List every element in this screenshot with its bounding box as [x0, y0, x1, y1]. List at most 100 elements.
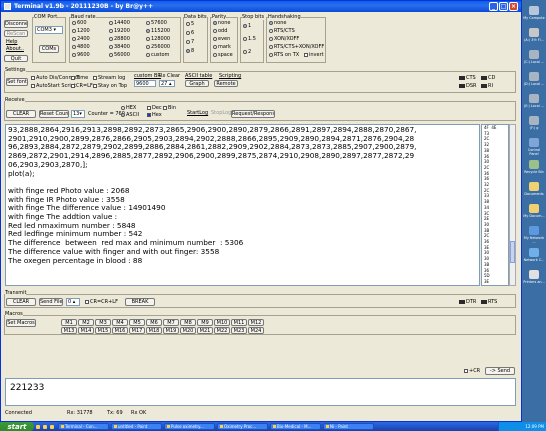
baud-radio[interactable]: 4800	[72, 44, 90, 50]
macro-button-m9[interactable]: M9	[197, 319, 213, 326]
title-bar[interactable]: Terminal v1.9b - 20111230B - by Br@y++ _…	[1, 1, 521, 12]
baud-radio[interactable]: 600	[72, 20, 87, 26]
desktop-icon[interactable]: (A:) 3½ Fl...	[523, 28, 545, 42]
break-button[interactable]: BREAK	[125, 298, 155, 306]
desktop-icon[interactable]: My Compute	[523, 6, 545, 20]
send-button[interactable]: -> Send	[485, 367, 515, 375]
desktop-icon[interactable]: (F:) g	[523, 116, 545, 130]
databits-radio[interactable]: 7	[186, 39, 194, 45]
parity-radio[interactable]: mark	[213, 44, 231, 50]
file-num-select[interactable]: 0 ▴	[66, 298, 80, 306]
desktop-icon[interactable]: My Network ...	[523, 226, 545, 244]
macro-button-m10[interactable]: M10	[214, 319, 230, 326]
macro-button-m4[interactable]: M4	[112, 319, 128, 326]
scripting-link[interactable]: Scripting	[219, 73, 241, 79]
ascii-table-link[interactable]: ASCII table	[185, 73, 212, 79]
request-response-button[interactable]: Request/Response	[231, 110, 275, 118]
stopbits-radio[interactable]: 1.5	[243, 36, 256, 42]
receive-scrollbar[interactable]	[509, 124, 516, 286]
macro-button-m24[interactable]: M24	[248, 327, 264, 334]
coms-button[interactable]: COMs	[39, 45, 59, 53]
ascii-radio[interactable]: ASCII	[121, 112, 139, 118]
crlf-checkbox[interactable]: CR=LF	[71, 83, 93, 89]
quicklaunch-icon[interactable]	[42, 424, 47, 429]
counter-select[interactable]: 13▾	[71, 110, 85, 118]
baud-radio[interactable]: 56000	[109, 52, 130, 58]
time-checkbox[interactable]: Time	[71, 75, 88, 81]
baud-radio[interactable]: 57600	[146, 20, 167, 26]
hex-radio[interactable]: HEX	[121, 105, 136, 111]
baud-radio[interactable]: 1200	[72, 28, 90, 34]
databits-radio[interactable]: 8	[186, 48, 194, 54]
handshaking-radio[interactable]: none	[269, 20, 286, 26]
parity-radio[interactable]: odd	[213, 28, 227, 34]
macro-button-m22[interactable]: M22	[214, 327, 230, 334]
quit-button[interactable]: Quit	[4, 55, 28, 62]
help-link[interactable]: Help	[6, 39, 17, 45]
macro-button-m7[interactable]: M7	[163, 319, 179, 326]
remote-button[interactable]: Remote	[214, 80, 238, 87]
task-button[interactable]: Bio-Medical - M...	[270, 423, 321, 430]
macro-button-m3[interactable]: M3	[95, 319, 111, 326]
set-macros-button[interactable]: Set Macros	[6, 319, 36, 327]
desktop-icon[interactable]: (C:) Local ...	[523, 50, 545, 64]
rescan-button[interactable]: ReScan	[4, 30, 28, 37]
quicklaunch-icon[interactable]	[35, 424, 40, 429]
databits-radio[interactable]: 5	[186, 21, 194, 27]
macro-button-m6[interactable]: M6	[146, 319, 162, 326]
bin-checkbox[interactable]: Bin	[163, 105, 176, 111]
task-button[interactable]: untitled - Paint	[111, 423, 162, 430]
parity-radio[interactable]: space	[213, 52, 233, 58]
macro-button-m15[interactable]: M15	[95, 327, 111, 334]
autostart-checkbox[interactable]: AutoStart Script	[31, 83, 76, 89]
macro-button-m14[interactable]: M14	[78, 327, 94, 334]
macro-button-m18[interactable]: M18	[146, 327, 162, 334]
macro-button-m13[interactable]: M13	[61, 327, 77, 334]
rx-clear-button[interactable]: CLEAR	[6, 110, 36, 118]
receive-terminal[interactable]: 93,2888,2864,2916,2913,2898,2892,2873,28…	[5, 124, 480, 286]
disconnect-button[interactable]: Disconnect	[4, 20, 28, 28]
stopbits-radio[interactable]: 1	[243, 23, 251, 29]
baud-radio[interactable]: 115200	[146, 28, 170, 34]
stream-log-checkbox[interactable]: Stream log	[93, 75, 125, 81]
cr-checkbox[interactable]: +CR	[464, 368, 480, 374]
crcrlf-checkbox[interactable]: CR=CR+LF	[85, 299, 118, 305]
start-button[interactable]: start	[0, 422, 34, 431]
baud-radio[interactable]: 128000	[146, 36, 170, 42]
baud-radio[interactable]: custom	[146, 52, 169, 58]
about-link[interactable]: About..	[6, 46, 24, 52]
baud-radio[interactable]: 2400	[72, 36, 90, 42]
dtr-toggle[interactable]: DTR	[459, 299, 476, 305]
desktop-icon[interactable]: (D:) Local ...	[523, 72, 545, 86]
task-button[interactable]: Oximetry Proc...	[217, 423, 268, 430]
stay-on-top-checkbox[interactable]: Stay on Top	[93, 83, 127, 89]
send-file-button[interactable]: Send File	[39, 298, 63, 306]
task-button[interactable]: Ni - Paint	[323, 423, 374, 430]
close-button[interactable]: ×	[509, 2, 518, 11]
macro-button-m1[interactable]: M1	[61, 319, 77, 326]
macro-button-m21[interactable]: M21	[197, 327, 213, 334]
set-font-button[interactable]: Set font	[6, 78, 28, 86]
maximize-button[interactable]: □	[499, 2, 508, 11]
transmit-input[interactable]: 221233	[5, 378, 516, 406]
handshaking-radio[interactable]: RTS/CTS	[269, 28, 295, 34]
handshaking-radio[interactable]: RTS/CTS+XON/XOFF	[269, 44, 324, 50]
baud-radio[interactable]: 28800	[109, 36, 130, 42]
macro-button-m23[interactable]: M23	[231, 327, 247, 334]
task-button[interactable]: Terminal - Con...	[58, 423, 109, 430]
custom-br-input[interactable]: 9600	[134, 80, 156, 87]
desktop-icon[interactable]: (E:) Local ...	[523, 94, 545, 108]
macro-button-m2[interactable]: M2	[78, 319, 94, 326]
task-button[interactable]: Pulse oximetry...	[164, 423, 215, 430]
scrollbar-thumb[interactable]	[510, 241, 515, 263]
desktop-icon[interactable]: Recycle Bin	[523, 160, 545, 174]
macro-button-m16[interactable]: M16	[112, 327, 128, 334]
reset-counter-button[interactable]: Reset Counter	[39, 110, 69, 118]
hex-checkbox[interactable]: Hex	[147, 112, 162, 118]
stoplog-link[interactable]: StopLog	[211, 110, 231, 116]
baud-radio[interactable]: 256000	[146, 44, 170, 50]
macro-button-m11[interactable]: M11	[231, 319, 247, 326]
comport-select[interactable]: COM3 ▾	[35, 26, 63, 34]
macro-button-m5[interactable]: M5	[129, 319, 145, 326]
macro-button-m19[interactable]: M19	[163, 327, 179, 334]
